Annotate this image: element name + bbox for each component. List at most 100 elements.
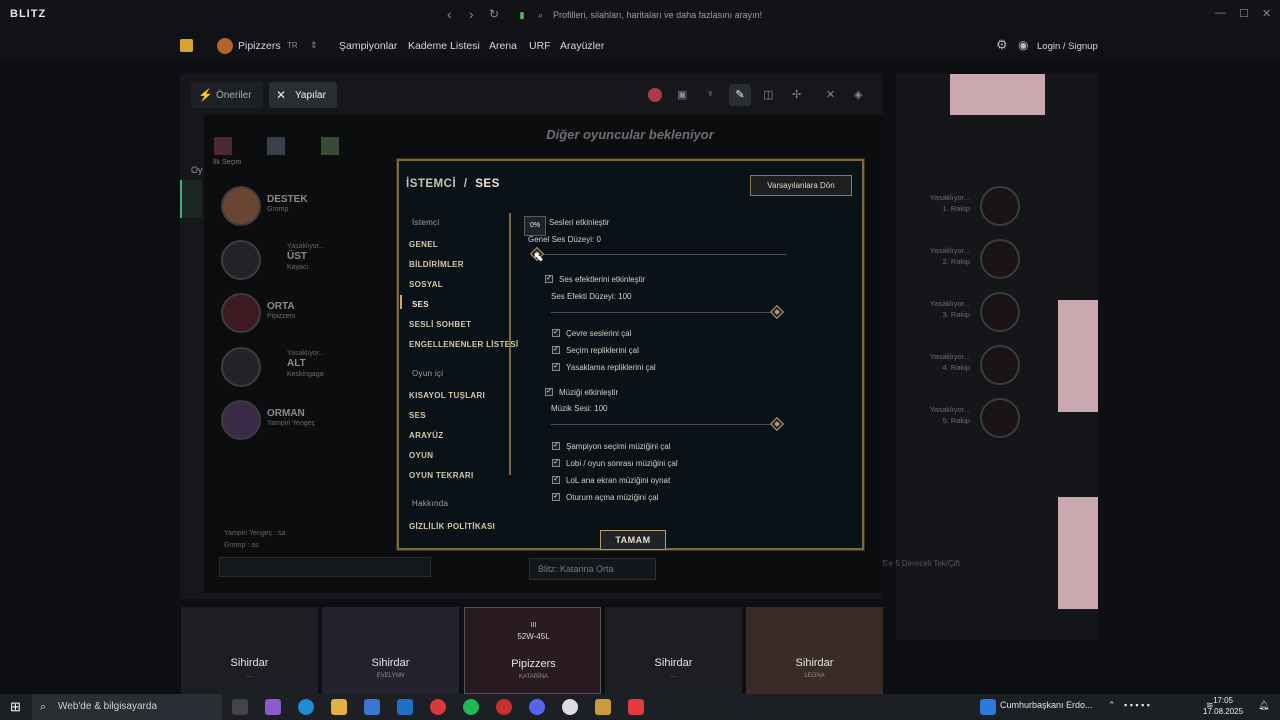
search-input[interactable]: ▮ ⌕ Profilleri, silahları, haritaları ve… xyxy=(516,4,770,26)
ambient-sounds-checkbox[interactable]: ✓ Çevre seslerini çal xyxy=(552,328,631,338)
champion-portrait xyxy=(221,400,261,440)
pick-quotes-checkbox[interactable]: ✓ Seçim repliklerini çal xyxy=(552,345,639,355)
build-select[interactable]: Blitz: Katarina Orta xyxy=(529,558,656,580)
items-icon[interactable]: ◫ xyxy=(763,88,773,101)
sidebar-item-hotkeys[interactable]: KISAYOL TUŞLARI xyxy=(409,391,485,400)
windows-icon[interactable]: ⊞ xyxy=(10,699,21,715)
blitz-icon[interactable] xyxy=(628,699,644,715)
summoner-card-self[interactable]: III 52W-45L Pipizzers KATARİNA xyxy=(464,607,601,694)
discord-icon[interactable] xyxy=(529,699,545,715)
nav-link-champions[interactable]: Şampiyonlar xyxy=(339,40,397,52)
outlook-icon[interactable] xyxy=(397,699,413,715)
forward-icon[interactable]: › xyxy=(469,6,474,22)
tray-chevron-icon[interactable]: ⌃ xyxy=(1108,700,1116,711)
clock-time[interactable]: 17:05 xyxy=(1205,696,1241,705)
music-enable-checkbox[interactable]: ✓ Müziği etkinleştir xyxy=(545,387,618,397)
build-icon[interactable]: ▣ xyxy=(677,88,687,101)
chevron-updown-icon[interactable]: ⇕ xyxy=(310,40,318,51)
task-view-icon[interactable] xyxy=(232,699,248,715)
champ-select-music-checkbox[interactable]: ✓ Şampiyon seçimi müziğini çal xyxy=(552,441,670,451)
nav-link-urf[interactable]: URF xyxy=(529,40,551,52)
clock-date[interactable]: 17.08.2025 xyxy=(1203,707,1243,716)
ally-status: Yasaklıyor... xyxy=(287,243,325,250)
layers-icon[interactable]: ◈ xyxy=(854,88,862,101)
skills-icon[interactable]: ✢ xyxy=(792,88,801,101)
sidebar-item-social[interactable]: SOSYAL xyxy=(409,280,443,289)
steam-icon[interactable] xyxy=(562,699,578,715)
chat-input[interactable] xyxy=(219,557,431,577)
opera-icon[interactable] xyxy=(430,699,446,715)
profile-name[interactable]: Pipizzers xyxy=(238,40,281,52)
music-volume-knob[interactable] xyxy=(769,416,785,432)
taskbar-search[interactable]: ⌕ Web'de & bilgisayarda xyxy=(32,694,222,720)
sidebar-item-replays[interactable]: OYUN TEKRARI xyxy=(409,471,474,480)
app-icon[interactable] xyxy=(496,699,512,715)
maximize-icon[interactable]: ☐ xyxy=(1239,7,1249,20)
breadcrumb-parent[interactable]: İSTEMCİ xyxy=(406,178,456,190)
close-icon[interactable]: ✕ xyxy=(1262,7,1271,20)
login-button[interactable]: Login / Signup xyxy=(1037,41,1098,52)
champion-portrait xyxy=(221,186,261,226)
sfx-enable-checkbox[interactable]: ✓ Ses efektlerini etkinleştir xyxy=(545,274,645,284)
checkbox-icon: ✓ xyxy=(552,328,560,337)
ally-name: Pipizzers xyxy=(267,313,296,320)
sfx-volume-track[interactable] xyxy=(551,312,777,313)
nav-link-arena[interactable]: Arena xyxy=(489,40,517,52)
master-enable-label: Sesleri etkinleştir xyxy=(549,218,610,227)
notification-icon[interactable]: 🔔︎ xyxy=(1258,700,1269,711)
spotify-icon[interactable] xyxy=(463,699,479,715)
sidebar-item-interface[interactable]: ARAYÜZ xyxy=(409,431,443,440)
home-music-checkbox[interactable]: ✓ LoL ana ekran müziğini oynat xyxy=(552,475,670,485)
sidebar-item-sound[interactable]: SES xyxy=(412,300,429,309)
nav-link-tier-list[interactable]: Kademe Listesi xyxy=(408,40,480,52)
avatar[interactable] xyxy=(217,38,233,54)
suggestions-tab[interactable]: ⚡ Öneriler xyxy=(191,82,263,108)
ban-quotes-checkbox[interactable]: ✓ Yasaklama repliklerini çal xyxy=(552,362,656,372)
sidebar-item-notifications[interactable]: BİLDİRİMLER xyxy=(409,260,464,269)
runes-icon[interactable]: ♆ xyxy=(706,88,714,100)
folder-icon[interactable] xyxy=(331,699,347,715)
minimize-icon[interactable]: — xyxy=(1215,7,1226,19)
master-enable-checkbox[interactable]: ✓Sesleri etkinleştir xyxy=(535,217,610,227)
sidebar-scroll-thumb[interactable] xyxy=(509,213,511,475)
league-icon[interactable] xyxy=(595,699,611,715)
news-icon[interactable] xyxy=(980,699,996,715)
ally-name: Yampiri Yengeç xyxy=(267,420,316,427)
sfx-volume-knob[interactable] xyxy=(769,304,785,320)
sidebar-item-game[interactable]: OYUN xyxy=(409,451,433,460)
champion-icon[interactable] xyxy=(648,88,662,102)
master-volume-track[interactable] xyxy=(537,254,787,255)
lobby-music-checkbox[interactable]: ✓ Lobi / oyun sonrası müziğini çal xyxy=(552,458,678,468)
builds-tab[interactable]: ✕ Yapılar xyxy=(269,82,337,108)
sidebar-item-privacy[interactable]: GİZLİLİK POLİTİKASI xyxy=(409,522,495,531)
summoner-card[interactable]: Sihirdar ... xyxy=(605,607,742,694)
ok-button[interactable]: TAMAM xyxy=(600,530,666,550)
card-name: Sihirdar xyxy=(371,657,410,669)
summoner-card[interactable]: Sihirdar ... xyxy=(181,607,318,694)
tray-icons[interactable]: ▪ ▪ ▪ ▪ ▪ xyxy=(1124,700,1150,710)
counters-icon[interactable]: ✕ xyxy=(826,88,835,101)
music-volume-track[interactable] xyxy=(551,424,777,425)
region-badge: TR xyxy=(287,41,298,50)
copilot-icon[interactable] xyxy=(265,699,281,715)
sidebar-item-block-list[interactable]: ENGELLENENLER LİSTESİ xyxy=(409,340,518,349)
edge-icon[interactable] xyxy=(298,699,314,715)
sidebar-item-ingame-sound[interactable]: SES xyxy=(409,411,426,420)
nav-link-overlays[interactable]: Arayüzler xyxy=(560,40,604,52)
news-headline[interactable]: Cumhurbaşkanı Erdo... xyxy=(1000,700,1093,710)
summoner-card[interactable]: Sihirdar EVELYNN xyxy=(322,607,459,694)
search-placeholder: Profilleri, silahları, haritaları ve dah… xyxy=(553,10,763,20)
refresh-icon[interactable]: ↻ xyxy=(489,7,499,21)
summoner-card[interactable]: Sihirdar LEONA xyxy=(746,607,883,694)
back-icon[interactable]: ‹ xyxy=(447,6,452,22)
reset-defaults-button[interactable]: Varsayılanlara Dön xyxy=(750,175,852,196)
ban-slot xyxy=(321,137,339,155)
login-music-checkbox[interactable]: ✓ Oturum açma müziğini çal xyxy=(552,492,658,502)
store-icon[interactable] xyxy=(364,699,380,715)
gear-icon[interactable]: ⚙ xyxy=(996,37,1008,53)
queue-label: 5'e 5 Dereceli Tek/Çift xyxy=(882,559,960,568)
lol-icon[interactable] xyxy=(180,39,193,52)
sidebar-item-voice-chat[interactable]: SESLİ SOHBET xyxy=(409,320,471,329)
sidebar-item-general[interactable]: GENEL xyxy=(409,240,438,249)
edit-icon[interactable]: ✎ xyxy=(729,84,751,106)
